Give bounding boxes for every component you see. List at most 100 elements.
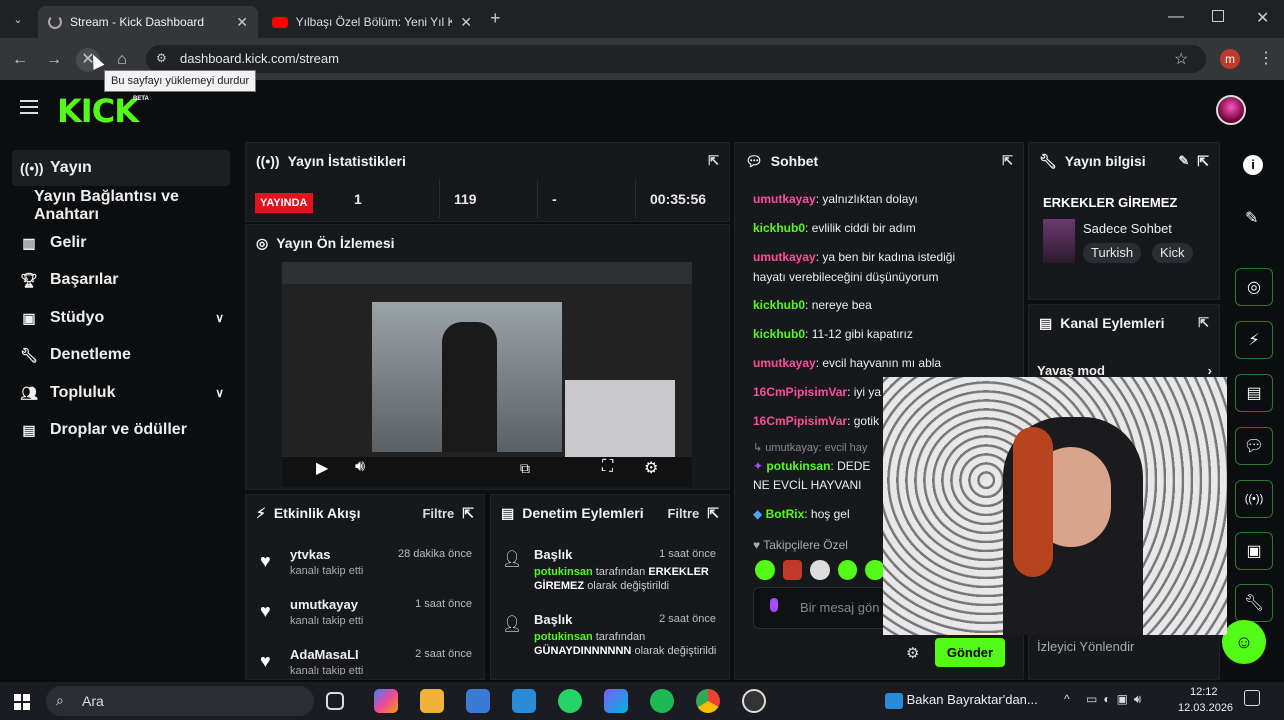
spotify-icon[interactable] bbox=[650, 689, 674, 713]
home-icon[interactable]: ⌂ bbox=[110, 48, 134, 72]
tray-icons[interactable]: ▭◐▣🔊︎ bbox=[1086, 692, 1147, 707]
notification-icon[interactable] bbox=[1244, 690, 1260, 706]
edit-icon[interactable]: ✎ bbox=[1245, 208, 1258, 228]
new-tab-button[interactable]: + bbox=[490, 8, 501, 29]
info-icon[interactable]: i bbox=[1243, 155, 1263, 175]
support-chat-icon[interactable]: ☺ bbox=[1222, 620, 1266, 664]
emote-icon[interactable] bbox=[782, 560, 803, 580]
chat-user[interactable]: potukinsan bbox=[766, 459, 830, 473]
chat-user[interactable]: kickhub0 bbox=[753, 327, 805, 341]
microphone-icon[interactable] bbox=[770, 598, 778, 612]
close-window-button[interactable]: ✕ bbox=[1256, 8, 1269, 28]
forward-icon[interactable]: → bbox=[42, 48, 66, 72]
chat-user[interactable]: 16CmPipisimVar bbox=[753, 414, 847, 428]
activity-user[interactable]: umutkayay bbox=[290, 597, 358, 612]
hamburger-menu-icon[interactable] bbox=[20, 100, 38, 114]
volume-icon[interactable]: 🔊︎ bbox=[355, 458, 365, 476]
clock-time[interactable]: 12:12 bbox=[1190, 686, 1218, 698]
news-widget[interactable]: Bakan Bayraktar'dan... bbox=[885, 692, 1038, 709]
moderator-name[interactable]: potukinsan bbox=[534, 631, 593, 643]
chat-user[interactable]: umutkayay bbox=[753, 192, 816, 206]
chat-user[interactable]: umutkayay bbox=[753, 250, 816, 264]
play-icon[interactable]: ▶ bbox=[316, 458, 328, 478]
tab-list-button[interactable]: ⌄ bbox=[8, 10, 28, 30]
tag-turkish[interactable]: Turkish bbox=[1083, 243, 1142, 263]
moderator-name[interactable]: potukinsan bbox=[534, 566, 593, 578]
mail-icon[interactable] bbox=[512, 689, 536, 713]
popout-icon[interactable]: ⇱ bbox=[1002, 153, 1013, 169]
chat-user[interactable]: 16CmPipisimVar bbox=[753, 385, 847, 399]
category-name[interactable]: Sadece Sohbet bbox=[1083, 221, 1172, 236]
chat-settings-icon[interactable]: ⚙ bbox=[906, 644, 919, 662]
tray-chevron-icon[interactable]: ^ bbox=[1064, 692, 1070, 706]
pip-icon[interactable]: ⧉ bbox=[520, 460, 530, 477]
profile-avatar[interactable]: m bbox=[1220, 49, 1240, 69]
popout-icon[interactable]: ⇱ bbox=[1198, 315, 1209, 331]
raid-row[interactable]: İzleyici Yönlendir bbox=[1037, 639, 1134, 654]
popout-icon[interactable]: ⇱ bbox=[707, 505, 719, 522]
sidebar-item-stream[interactable]: ((•)) Yayın bbox=[12, 150, 230, 186]
close-tab-icon[interactable]: ✕ bbox=[460, 14, 472, 31]
chat-user[interactable]: kickhub0 bbox=[753, 221, 805, 235]
file-explorer-icon[interactable] bbox=[420, 689, 444, 713]
chat-user[interactable]: BotRix bbox=[766, 507, 805, 521]
emote-icon[interactable] bbox=[837, 560, 858, 580]
popout-icon[interactable]: ⇱ bbox=[708, 153, 719, 169]
whatsapp-icon[interactable] bbox=[558, 689, 582, 713]
activity-user[interactable]: ytvkas bbox=[290, 547, 330, 562]
moderation-desc: potukinsan tarafından ERKEKLER GİREMEZ o… bbox=[534, 565, 720, 593]
sidebar-item-achievements[interactable]: 🏆︎ Başarılar bbox=[12, 262, 230, 298]
rail-wrench-icon[interactable]: 🔧︎ bbox=[1235, 584, 1273, 622]
sidebar-item-drops[interactable]: ▤ Droplar ve ödüller bbox=[12, 412, 230, 448]
rail-lightning-icon[interactable]: ⚡︎ bbox=[1235, 321, 1273, 359]
sidebar-item-moderation[interactable]: 🔧︎ Denetleme bbox=[12, 337, 230, 373]
tag-kick[interactable]: Kick bbox=[1152, 243, 1193, 263]
sidebar-item-stream-key[interactable]: Yayın Bağlantısı ve Anahtarı bbox=[12, 188, 230, 224]
activity-user[interactable]: AdaMasaLI bbox=[290, 647, 359, 662]
sidebar-item-revenue[interactable]: ▥ Gelir bbox=[12, 225, 230, 261]
clock-date[interactable]: 12.03.2026 bbox=[1178, 702, 1233, 714]
tab-youtube[interactable]: Yılbaşı Özel Bölüm: Yeni Yıl Kara ✕ bbox=[262, 6, 482, 38]
bookmark-star-icon[interactable]: ☆ bbox=[1174, 49, 1188, 69]
chat-user[interactable]: kickhub0 bbox=[753, 298, 805, 312]
user-avatar[interactable] bbox=[1216, 95, 1246, 125]
obs-icon[interactable] bbox=[742, 689, 766, 713]
edit-pencil-icon[interactable]: ✎ bbox=[1178, 153, 1189, 169]
close-tab-icon[interactable]: ✕ bbox=[236, 14, 248, 31]
chrome-icon[interactable] bbox=[696, 689, 720, 713]
emote-bar[interactable] bbox=[755, 560, 885, 580]
sidebar-item-studio[interactable]: ▣ Stüdyo ∨ bbox=[12, 300, 230, 336]
store-icon[interactable] bbox=[466, 689, 490, 713]
filter-button[interactable]: Filtre bbox=[667, 506, 699, 521]
copilot-icon[interactable] bbox=[374, 689, 398, 713]
rail-broadcast-icon[interactable]: ((•)) bbox=[1235, 480, 1273, 518]
taskbar-search[interactable]: Ara bbox=[46, 686, 314, 716]
site-settings-icon[interactable]: ⚙ bbox=[156, 51, 167, 65]
rail-channel-icon[interactable]: ▣ bbox=[1235, 532, 1273, 570]
rail-preview-icon[interactable]: ◎ bbox=[1235, 268, 1273, 306]
emote-icon[interactable] bbox=[755, 560, 775, 580]
rail-chat-icon[interactable]: 💬︎ bbox=[1235, 427, 1273, 465]
m365-icon[interactable] bbox=[604, 689, 628, 713]
tab-kick-dashboard[interactable]: Stream - Kick Dashboard ✕ bbox=[38, 6, 258, 38]
address-bar[interactable]: dashboard.kick.com/stream bbox=[146, 45, 1206, 73]
send-button[interactable]: Gönder bbox=[935, 638, 1005, 667]
popout-icon[interactable]: ⇱ bbox=[1197, 153, 1209, 170]
emote-icon[interactable] bbox=[810, 560, 830, 580]
maximize-button[interactable] bbox=[1212, 10, 1224, 22]
filter-button[interactable]: Filtre bbox=[422, 506, 454, 521]
minimize-button[interactable]: — bbox=[1168, 8, 1184, 26]
task-view-icon[interactable] bbox=[326, 692, 344, 710]
sidebar-item-community[interactable]: 👥︎ Topluluk ∨ bbox=[12, 375, 230, 411]
browser-menu-icon[interactable]: ⋮ bbox=[1258, 48, 1274, 68]
fullscreen-icon[interactable]: ⛶ bbox=[602, 458, 613, 476]
settings-gear-icon[interactable]: ⚙ bbox=[644, 458, 658, 478]
slow-mode-row[interactable]: Yavaş mod › bbox=[1037, 363, 1212, 378]
back-icon[interactable]: ← bbox=[8, 48, 32, 72]
windows-start-icon[interactable] bbox=[14, 694, 30, 710]
chat-user[interactable]: umutkayay bbox=[753, 356, 816, 370]
rail-document-icon[interactable]: ▤ bbox=[1235, 374, 1273, 412]
stream-preview-video[interactable] bbox=[282, 262, 692, 487]
popout-icon[interactable]: ⇱ bbox=[462, 505, 474, 522]
kick-logo[interactable]: KICK bbox=[57, 92, 139, 130]
